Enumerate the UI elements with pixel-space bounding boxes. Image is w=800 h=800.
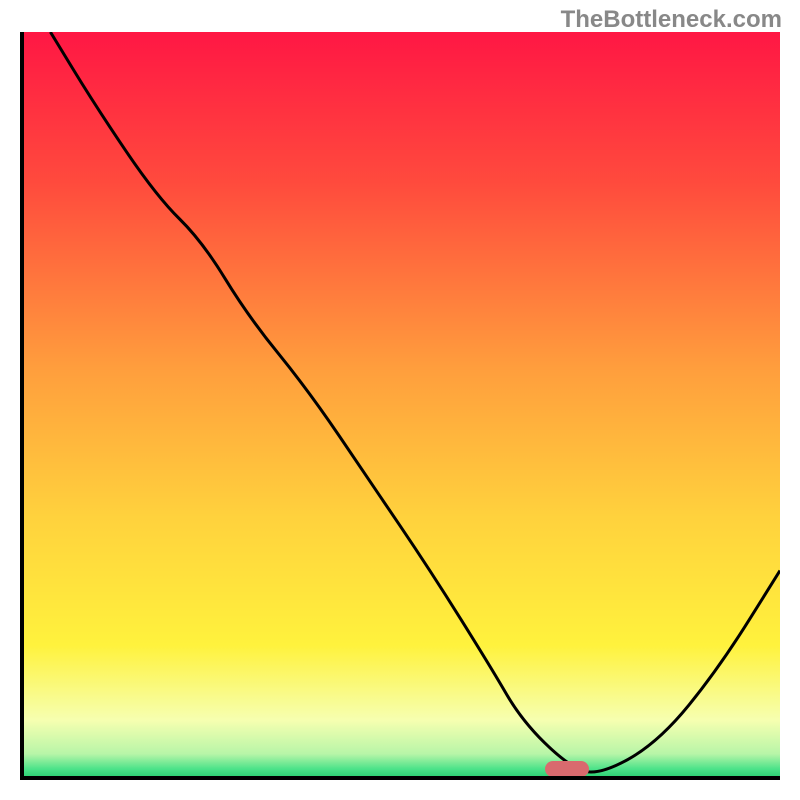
bottleneck-curve xyxy=(20,32,780,780)
watermark-text: TheBottleneck.com xyxy=(561,6,782,34)
x-axis xyxy=(20,776,780,780)
y-axis xyxy=(20,32,24,780)
optimal-point-marker xyxy=(545,761,589,777)
chart-area xyxy=(20,32,780,780)
